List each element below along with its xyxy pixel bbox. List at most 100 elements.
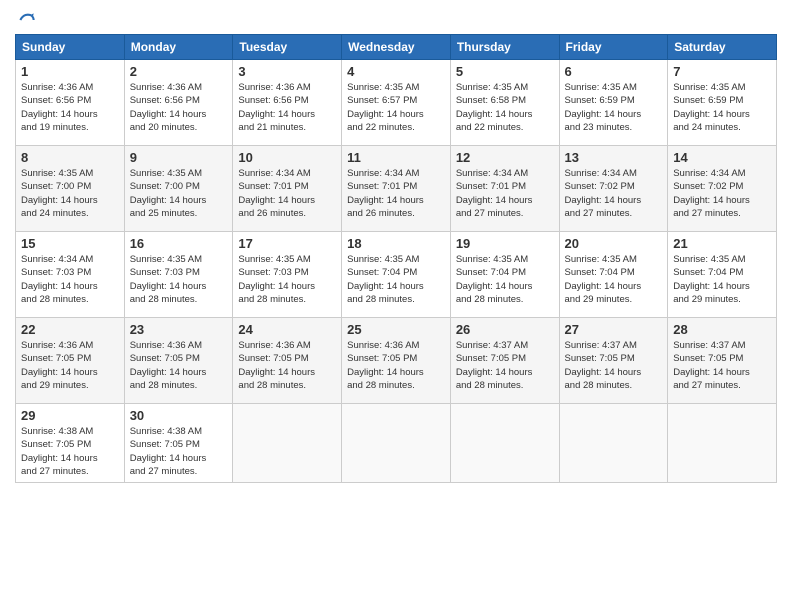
day-info: Sunrise: 4:37 AMSunset: 7:05 PMDaylight:… xyxy=(565,339,663,392)
day-info: Sunrise: 4:35 AMSunset: 7:04 PMDaylight:… xyxy=(673,253,771,306)
day-number: 14 xyxy=(673,150,771,165)
header-row: SundayMondayTuesdayWednesdayThursdayFrid… xyxy=(16,35,777,60)
week-row-1: 8 Sunrise: 4:35 AMSunset: 7:00 PMDaylight… xyxy=(16,146,777,232)
day-number: 1 xyxy=(21,64,119,79)
day-number: 10 xyxy=(238,150,336,165)
day-number: 11 xyxy=(347,150,445,165)
day-number: 18 xyxy=(347,236,445,251)
day-cell: 19 Sunrise: 4:35 AMSunset: 7:04 PMDayligh… xyxy=(450,232,559,318)
day-number: 13 xyxy=(565,150,663,165)
day-cell: 4 Sunrise: 4:35 AMSunset: 6:57 PMDaylight… xyxy=(342,60,451,146)
day-cell: 13 Sunrise: 4:34 AMSunset: 7:02 PMDayligh… xyxy=(559,146,668,232)
day-info: Sunrise: 4:35 AMSunset: 6:58 PMDaylight:… xyxy=(456,81,554,134)
day-cell: 7 Sunrise: 4:35 AMSunset: 6:59 PMDaylight… xyxy=(668,60,777,146)
day-info: Sunrise: 4:36 AMSunset: 6:56 PMDaylight:… xyxy=(21,81,119,134)
day-cell: 30 Sunrise: 4:38 AMSunset: 7:05 PMDayligh… xyxy=(124,404,233,483)
week-row-3: 22 Sunrise: 4:36 AMSunset: 7:05 PMDayligh… xyxy=(16,318,777,404)
day-cell: 12 Sunrise: 4:34 AMSunset: 7:01 PMDayligh… xyxy=(450,146,559,232)
header-cell-friday: Friday xyxy=(559,35,668,60)
day-info: Sunrise: 4:35 AMSunset: 7:03 PMDaylight:… xyxy=(130,253,228,306)
day-cell: 24 Sunrise: 4:36 AMSunset: 7:05 PMDayligh… xyxy=(233,318,342,404)
day-info: Sunrise: 4:35 AMSunset: 6:59 PMDaylight:… xyxy=(565,81,663,134)
day-number: 25 xyxy=(347,322,445,337)
day-number: 19 xyxy=(456,236,554,251)
day-info: Sunrise: 4:34 AMSunset: 7:02 PMDaylight:… xyxy=(673,167,771,220)
day-info: Sunrise: 4:36 AMSunset: 6:56 PMDaylight:… xyxy=(238,81,336,134)
day-number: 6 xyxy=(565,64,663,79)
day-info: Sunrise: 4:34 AMSunset: 7:01 PMDaylight:… xyxy=(456,167,554,220)
day-info: Sunrise: 4:36 AMSunset: 6:56 PMDaylight:… xyxy=(130,81,228,134)
day-info: Sunrise: 4:34 AMSunset: 7:03 PMDaylight:… xyxy=(21,253,119,306)
header xyxy=(15,10,777,26)
day-cell: 20Sunrise: 4:35 AMSunset: 7:04 PMDayligh… xyxy=(559,232,668,318)
day-cell: 11 Sunrise: 4:34 AMSunset: 7:01 PMDayligh… xyxy=(342,146,451,232)
header-cell-wednesday: Wednesday xyxy=(342,35,451,60)
day-info: Sunrise: 4:37 AMSunset: 7:05 PMDaylight:… xyxy=(456,339,554,392)
logo xyxy=(15,10,37,26)
day-info: Sunrise: 4:36 AMSunset: 7:05 PMDaylight:… xyxy=(347,339,445,392)
day-number: 26 xyxy=(456,322,554,337)
week-row-2: 15Sunrise: 4:34 AMSunset: 7:03 PMDayligh… xyxy=(16,232,777,318)
day-info: Sunrise: 4:34 AMSunset: 7:01 PMDaylight:… xyxy=(238,167,336,220)
day-info: Sunrise: 4:38 AMSunset: 7:05 PMDaylight:… xyxy=(21,425,119,478)
day-cell: 6 Sunrise: 4:35 AMSunset: 6:59 PMDaylight… xyxy=(559,60,668,146)
day-number: 12 xyxy=(456,150,554,165)
day-number: 17 xyxy=(238,236,336,251)
day-number: 16 xyxy=(130,236,228,251)
day-number: 24 xyxy=(238,322,336,337)
header-cell-sunday: Sunday xyxy=(16,35,125,60)
day-number: 3 xyxy=(238,64,336,79)
day-cell: 25 Sunrise: 4:36 AMSunset: 7:05 PMDayligh… xyxy=(342,318,451,404)
day-cell xyxy=(450,404,559,483)
day-number: 5 xyxy=(456,64,554,79)
day-number: 7 xyxy=(673,64,771,79)
day-number: 21 xyxy=(673,236,771,251)
day-cell xyxy=(233,404,342,483)
day-info: Sunrise: 4:35 AMSunset: 6:57 PMDaylight:… xyxy=(347,81,445,134)
day-cell: 2 Sunrise: 4:36 AMSunset: 6:56 PMDaylight… xyxy=(124,60,233,146)
day-info: Sunrise: 4:34 AMSunset: 7:02 PMDaylight:… xyxy=(565,167,663,220)
calendar-table: SundayMondayTuesdayWednesdayThursdayFrid… xyxy=(15,34,777,483)
day-number: 2 xyxy=(130,64,228,79)
day-cell: 29 Sunrise: 4:38 AMSunset: 7:05 PMDayligh… xyxy=(16,404,125,483)
day-cell: 21 Sunrise: 4:35 AMSunset: 7:04 PMDayligh… xyxy=(668,232,777,318)
week-row-4: 29 Sunrise: 4:38 AMSunset: 7:05 PMDayligh… xyxy=(16,404,777,483)
day-cell xyxy=(342,404,451,483)
day-number: 20 xyxy=(565,236,663,251)
day-number: 28 xyxy=(673,322,771,337)
day-number: 30 xyxy=(130,408,228,423)
header-cell-monday: Monday xyxy=(124,35,233,60)
day-info: Sunrise: 4:35 AMSunset: 7:00 PMDaylight:… xyxy=(21,167,119,220)
day-cell: 18 Sunrise: 4:35 AMSunset: 7:04 PMDayligh… xyxy=(342,232,451,318)
day-cell: 16 Sunrise: 4:35 AMSunset: 7:03 PMDayligh… xyxy=(124,232,233,318)
day-cell: 27 Sunrise: 4:37 AMSunset: 7:05 PMDayligh… xyxy=(559,318,668,404)
day-info: Sunrise: 4:35 AMSunset: 7:00 PMDaylight:… xyxy=(130,167,228,220)
day-number: 8 xyxy=(21,150,119,165)
day-info: Sunrise: 4:35 AMSunset: 7:04 PMDaylight:… xyxy=(347,253,445,306)
day-cell: 23 Sunrise: 4:36 AMSunset: 7:05 PMDayligh… xyxy=(124,318,233,404)
day-cell: 9 Sunrise: 4:35 AMSunset: 7:00 PMDaylight… xyxy=(124,146,233,232)
day-number: 29 xyxy=(21,408,119,423)
day-info: Sunrise: 4:34 AMSunset: 7:01 PMDaylight:… xyxy=(347,167,445,220)
day-number: 27 xyxy=(565,322,663,337)
header-cell-thursday: Thursday xyxy=(450,35,559,60)
day-cell: 15Sunrise: 4:34 AMSunset: 7:03 PMDayligh… xyxy=(16,232,125,318)
day-info: Sunrise: 4:36 AMSunset: 7:05 PMDaylight:… xyxy=(238,339,336,392)
day-cell: 14 Sunrise: 4:34 AMSunset: 7:02 PMDayligh… xyxy=(668,146,777,232)
day-cell xyxy=(668,404,777,483)
day-cell: 1 Sunrise: 4:36 AMSunset: 6:56 PMDaylight… xyxy=(16,60,125,146)
day-info: Sunrise: 4:35 AMSunset: 7:03 PMDaylight:… xyxy=(238,253,336,306)
day-info: Sunrise: 4:35 AMSunset: 6:59 PMDaylight:… xyxy=(673,81,771,134)
day-info: Sunrise: 4:38 AMSunset: 7:05 PMDaylight:… xyxy=(130,425,228,478)
day-number: 23 xyxy=(130,322,228,337)
day-cell: 26 Sunrise: 4:37 AMSunset: 7:05 PMDayligh… xyxy=(450,318,559,404)
day-info: Sunrise: 4:36 AMSunset: 7:05 PMDaylight:… xyxy=(130,339,228,392)
day-cell: 22Sunrise: 4:36 AMSunset: 7:05 PMDayligh… xyxy=(16,318,125,404)
day-info: Sunrise: 4:35 AMSunset: 7:04 PMDaylight:… xyxy=(456,253,554,306)
day-number: 9 xyxy=(130,150,228,165)
day-info: Sunrise: 4:37 AMSunset: 7:05 PMDaylight:… xyxy=(673,339,771,392)
week-row-0: 1 Sunrise: 4:36 AMSunset: 6:56 PMDaylight… xyxy=(16,60,777,146)
day-number: 22 xyxy=(21,322,119,337)
day-cell: 10 Sunrise: 4:34 AMSunset: 7:01 PMDayligh… xyxy=(233,146,342,232)
day-number: 4 xyxy=(347,64,445,79)
